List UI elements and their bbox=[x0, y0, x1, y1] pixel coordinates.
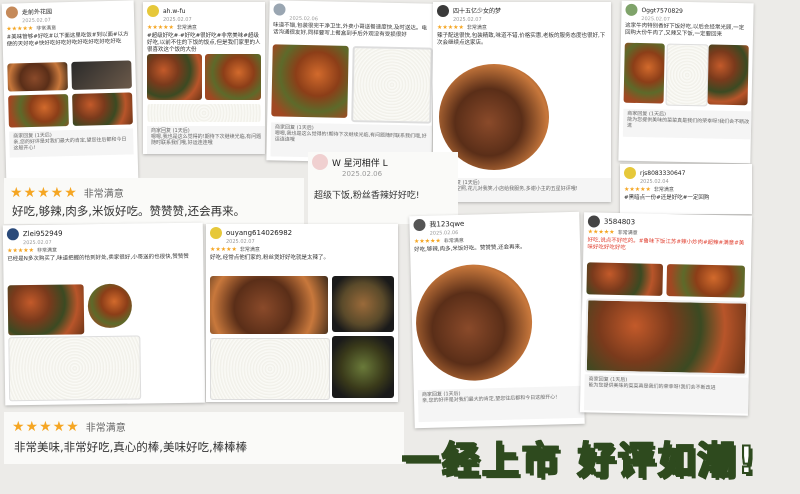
reviewer-name: ouyang614026982 bbox=[226, 228, 293, 237]
reviewer-name: W 星河相伴 L bbox=[332, 158, 388, 169]
review-card-4: 四十五亿少女的梦 2025.02.07 ★★★★★ 非常满意 辣子配送很快,包装精… bbox=[433, 2, 611, 202]
review-card-2: ah.w-fu 2025.02.07 ★★★★★ 非常满意 #超级好吃#·#好吃#… bbox=[143, 2, 265, 154]
avatar bbox=[147, 5, 159, 17]
review-text: #超级好吃#·#好吃#很好吃#非常美味#超级好吃,以前不住的下饭的饭点,但是我们… bbox=[147, 33, 261, 53]
food-photo bbox=[8, 94, 69, 128]
merchant-reply: 商家回复 (1天后) 亲,您的好评是对我们最大的肯定,望您往后都和今日这般开心! bbox=[417, 385, 585, 423]
avatar bbox=[312, 154, 328, 170]
reviewer-name: rjs8083330647 bbox=[640, 169, 686, 177]
highlight-review-1: ★★★★★ 非常满意 好吃,够辣,肉多,米饭好吃。赞赞赞,还会再来。 bbox=[4, 178, 304, 224]
review-card-8: ouyang614026982 2025.02.07 ★★★★★ 非常满意 好吃,… bbox=[206, 224, 398, 402]
review-text: 非常美味,非常好吃,真心的棒,美味好吃,棒棒棒 bbox=[14, 440, 248, 454]
merchant-reply: 商家回复 (1天后) 能为您提供美味的菜菜真是我们的荣幸呀!我们会不断改进 bbox=[622, 108, 754, 140]
food-photo bbox=[7, 284, 85, 336]
food-photo bbox=[623, 42, 665, 104]
food-photo bbox=[707, 44, 749, 106]
star-rating: ★★★★★ 非常满意 bbox=[210, 246, 260, 253]
review-text: #黑暗点一份#还是好吃#一定回购 bbox=[624, 195, 710, 201]
food-photo bbox=[8, 335, 142, 402]
food-photo bbox=[271, 44, 349, 118]
review-date: 2025.02.06 bbox=[342, 170, 383, 178]
review-text: #美味管够#好吃#以下面这里吃饭#到以面#以方便的天好吃#快好吃好吃好吃好吃好吃… bbox=[6, 31, 129, 48]
avatar bbox=[6, 228, 19, 241]
reviewer-name: Oggt7570829 bbox=[641, 6, 683, 15]
merchant-reply: 商家回复 (1天后) 嗯嗯,我也是这么觉得的!期待下次继续光临,有问题随时联系我们… bbox=[147, 126, 265, 154]
review-card-3: 2025.02.06 味道不错,包装很完干净卫生,外卖小哥送餐速度快,及时送达。… bbox=[266, 0, 435, 164]
star-rating: ★★★★★ 非常满意 bbox=[624, 186, 674, 193]
reviewer-name: 我123qwe bbox=[429, 219, 465, 229]
avatar bbox=[5, 6, 19, 19]
review-text: 超级下饭,粉丝香辣好好吃! bbox=[314, 191, 420, 201]
avatar bbox=[273, 3, 286, 16]
avatar bbox=[625, 3, 638, 16]
avatar bbox=[624, 167, 636, 179]
star-rating: ★★★★★ 非常满意 bbox=[437, 24, 487, 31]
reviewer-name: Zlei952949 bbox=[22, 229, 63, 238]
review-card-6: rjs8083330647 2025.02.04 ★★★★★ 非常满意 #黑暗点一… bbox=[620, 164, 752, 214]
food-photo bbox=[71, 60, 132, 90]
food-photo bbox=[210, 338, 330, 400]
avatar bbox=[210, 227, 222, 239]
reviewer-name: 四十五亿少女的梦 bbox=[453, 7, 502, 15]
food-photo bbox=[351, 46, 433, 124]
star-rating: ★★★★★ 非常满意 bbox=[147, 24, 197, 31]
avatar bbox=[413, 218, 426, 232]
reviewer-name: ah.w-fu bbox=[163, 7, 186, 15]
review-text: 好吃,够辣,肉多,米饭好吃。赞赞赞,还会再来。 bbox=[12, 204, 246, 218]
food-photo bbox=[210, 276, 328, 334]
avatar bbox=[437, 5, 449, 17]
review-card-10: 3584803 ★★★★★ 非常满意 好吃,说点不好吃的。#鲁味下饭江苏#辣小炒肉… bbox=[579, 212, 753, 416]
avatar bbox=[587, 215, 601, 228]
food-photo bbox=[72, 92, 133, 126]
review-card-7: Zlei952949 2025.02.07 ★★★★★ 非常满意 已经是N多次购买… bbox=[2, 222, 206, 406]
review-text: 已经是N多次购买了,味道把握的恰到好处,卖家很好,小哥送的也很快,赞赞赞 bbox=[7, 253, 189, 263]
food-photo bbox=[205, 54, 261, 100]
food-photo bbox=[332, 336, 394, 398]
review-card-9: 我123qwe 2025.02.06 ★★★★★ 非常满意 好吃,够辣,肉多,米饭… bbox=[409, 211, 585, 429]
highlight-review-3: ★★★★★ 非常满意 非常美味,非常好吃,真心的棒,美味好吃,棒棒棒 bbox=[4, 412, 404, 464]
food-photo bbox=[586, 262, 664, 296]
food-photo bbox=[147, 54, 202, 100]
highlight-review-2: W 星河相伴 L 2025.02.06 超级下饭,粉丝香辣好好吃! bbox=[308, 152, 458, 224]
food-photo bbox=[414, 263, 534, 383]
merchant-reply: 商家回复 (1天后) 能为您提供美味的菜菜真是我们的荣幸呀!我们会不断改进 bbox=[583, 374, 751, 414]
star-rating: ★★★★★ 非常满意 bbox=[12, 419, 126, 435]
food-photo bbox=[87, 283, 133, 329]
review-card-5: Oggt7570829 2025.02.07 这家牛肉特别香好下饭好吃,以后会经… bbox=[618, 0, 754, 164]
review-text: 好吃,说点不好吃的。#鲁味下饭江苏#辣小炒肉#超辣#满意#美味好吃好吃好吃 bbox=[587, 237, 745, 252]
food-photo bbox=[584, 298, 749, 376]
slogan-banner: 一经上市 好评如潮! bbox=[401, 438, 758, 483]
food-photo bbox=[665, 43, 709, 107]
food-photo bbox=[332, 276, 394, 332]
review-text: 辣子配送很快,包装精致,味道不错,价格实惠,老板的服务态度也很好,下次会继续点这… bbox=[437, 33, 606, 46]
review-text: 好吃,经常点他们家的,粉丝煲好好吃就是太辣了。 bbox=[210, 255, 329, 261]
star-rating: ★★★★★ 非常满意 bbox=[10, 185, 124, 201]
reviewer-name: 3584803 bbox=[603, 217, 636, 226]
review-card-1: 走前外花园 2025.02.07 ★★★★★ 非常满意 #美味管够#好吃#以下面这… bbox=[1, 0, 139, 182]
food-photo bbox=[7, 62, 68, 92]
merchant-reply: 商家回复 (1天后) 太阳当空照,花儿对我笑,小店给我服务,多谢小主的五星好评哦! bbox=[437, 178, 611, 202]
merchant-reply: 商家回复 (1天后) 亲,您的好评是对我们最大的肯定,望您往后都和今日这般开心! bbox=[9, 128, 134, 158]
food-photo bbox=[147, 104, 261, 122]
food-photo bbox=[666, 264, 746, 298]
reviewer-name: 走前外花园 bbox=[21, 7, 53, 16]
